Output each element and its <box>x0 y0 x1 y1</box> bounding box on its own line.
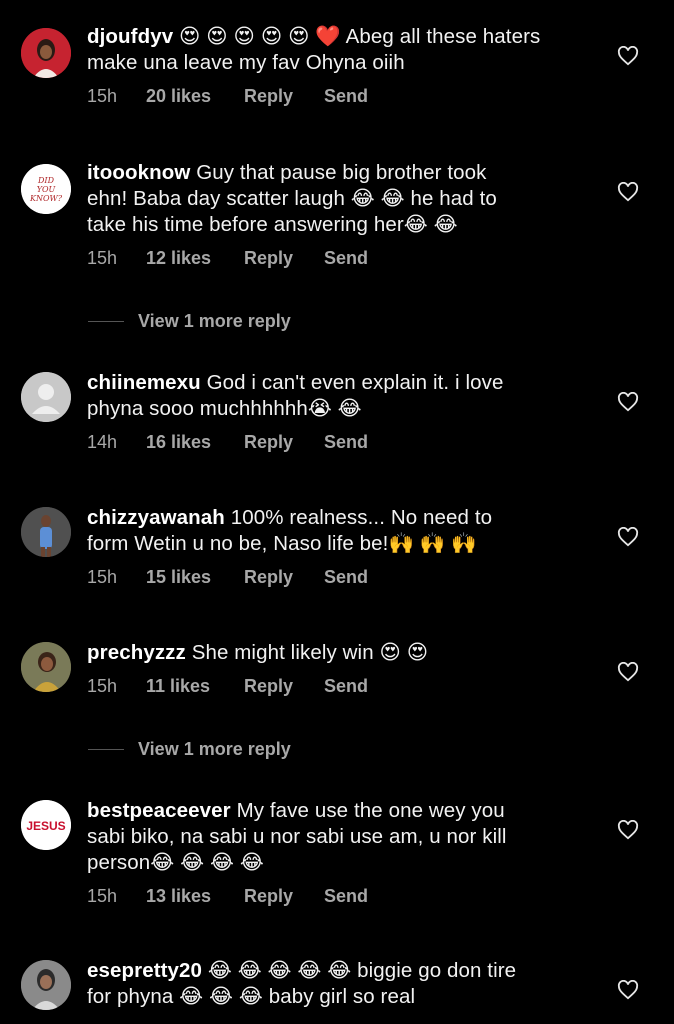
comment-text: 😂 😂 😂 😂 😂 biggie go don tire <box>207 959 517 982</box>
comment-text: form Wetin u no be, Naso life be!🙌 🙌 🙌 <box>87 532 477 555</box>
reply-button[interactable]: Reply <box>244 886 324 907</box>
send-button[interactable]: Send <box>324 886 368 907</box>
comment-text: God i can't even explain it. i love <box>206 371 504 394</box>
reply-button[interactable]: Reply <box>244 248 324 269</box>
comment-username[interactable]: prechyzzz <box>87 641 186 664</box>
heart-icon[interactable] <box>617 662 639 682</box>
divider-line <box>88 321 124 322</box>
comment-text: My fave use the one wey you <box>236 799 505 822</box>
send-button[interactable]: Send <box>324 432 368 453</box>
reply-button[interactable]: Reply <box>244 86 324 107</box>
comment-likes-link[interactable]: 13 likes <box>146 886 244 907</box>
comment-time: 15h <box>87 675 118 696</box>
comment-text: sabi biko, na sabi u nor sabi use am, u … <box>87 825 507 848</box>
comment-text: take his time before answering her😂 😂 <box>87 213 458 236</box>
send-button[interactable]: Send <box>324 248 368 269</box>
reply-button[interactable]: Reply <box>244 432 324 453</box>
comment-text: She might likely win 😍 😍 <box>191 641 429 664</box>
view-more-replies-button[interactable]: View 1 more reply <box>88 739 291 760</box>
heart-icon[interactable] <box>617 980 639 1000</box>
avatar[interactable] <box>21 507 71 557</box>
comment-emojis: 😍 😍 😍 😍 😍 ❤️ <box>179 25 341 48</box>
heart-icon[interactable] <box>617 820 639 840</box>
avatar[interactable]: JESUS <box>21 800 71 850</box>
comment-text: for phyna 😂 😂 😂 baby girl so real <box>87 985 416 1008</box>
comment-username[interactable]: chizzyawanah <box>87 506 225 529</box>
divider-line <box>88 749 124 750</box>
comment-likes-link[interactable]: 20 likes <box>146 86 244 107</box>
comment-username[interactable]: chiinemexu <box>87 371 201 394</box>
reply-button[interactable]: Reply <box>244 676 324 697</box>
comment-time: 15h <box>87 85 118 106</box>
comment-username[interactable]: djoufdyv <box>87 25 173 48</box>
comment-text: ehn! Baba day scatter laugh 😂 😂 he had t… <box>87 187 497 210</box>
comment-username[interactable]: itoooknow <box>87 161 190 184</box>
comment-text: Guy that pause big brother took <box>196 161 487 184</box>
avatar[interactable] <box>21 960 71 1010</box>
view-more-replies-button[interactable]: View 1 more reply <box>88 311 291 332</box>
svg-text:KNOW?: KNOW? <box>29 194 63 203</box>
svg-text:YOU: YOU <box>37 185 56 194</box>
comment-text: person😂 😂 😂 😂 <box>87 851 264 874</box>
svg-text:DID: DID <box>37 176 55 185</box>
heart-icon[interactable] <box>617 182 639 202</box>
svg-text:JESUS: JESUS <box>26 819 65 833</box>
avatar[interactable]: DID YOU KNOW? <box>21 164 71 214</box>
comment-likes-link[interactable]: 15 likes <box>146 567 244 588</box>
comment-username[interactable]: bestpeaceever <box>87 799 231 822</box>
comment-time: 15h <box>87 566 118 587</box>
heart-icon[interactable] <box>617 527 639 547</box>
view-more-label: View 1 more reply <box>138 739 291 759</box>
comment-time: 15h <box>87 885 118 906</box>
view-more-label: View 1 more reply <box>138 311 291 331</box>
comment-time: 14h <box>87 431 118 452</box>
comment-text: phyna sooo muchhhhhh😭 😂 <box>87 397 362 420</box>
send-button[interactable]: Send <box>324 567 368 588</box>
avatar[interactable] <box>21 642 71 692</box>
comment-likes-link[interactable]: 16 likes <box>146 432 244 453</box>
comment-username[interactable]: esepretty20 <box>87 959 202 982</box>
comment-time: 15h <box>87 247 118 268</box>
heart-icon[interactable] <box>617 46 639 66</box>
comment-likes-link[interactable]: 12 likes <box>146 248 244 269</box>
comment-likes-link[interactable]: 11 likes <box>146 676 244 697</box>
heart-icon[interactable] <box>617 392 639 412</box>
avatar[interactable] <box>21 28 71 78</box>
send-button[interactable]: Send <box>324 86 368 107</box>
send-button[interactable]: Send <box>324 676 368 697</box>
comment-text: 100% realness... No need to <box>230 506 493 529</box>
reply-button[interactable]: Reply <box>244 567 324 588</box>
avatar[interactable] <box>21 372 71 422</box>
